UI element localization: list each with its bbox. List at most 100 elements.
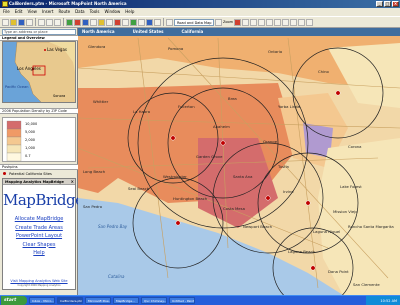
mappoint-app-icon [2, 1, 8, 7]
powerpoint-layout-link[interactable]: PowerPoint Layout [3, 232, 75, 241]
menu-tools[interactable]: Tools [90, 8, 100, 16]
fill-color-icon[interactable] [290, 18, 298, 26]
rectangle-tool-icon[interactable] [266, 18, 274, 26]
menu-edit[interactable]: Edit [15, 8, 23, 16]
more-tools-icon[interactable] [306, 18, 314, 26]
open-icon[interactable] [10, 18, 17, 26]
legend-graphic: 10,000 5,000 2,000 1,000 0.7 [6, 120, 37, 162]
circle-tool-icon[interactable] [258, 18, 266, 26]
pan-icon[interactable] [166, 18, 173, 26]
pushpin-icon[interactable] [310, 265, 316, 271]
legend-swatch [6, 144, 22, 154]
mapbridge-logo: MapBridge [3, 191, 84, 209]
textbox-tool-icon[interactable] [282, 18, 290, 26]
legend-value: 2,000 [25, 138, 35, 142]
breadcrumb-united-states[interactable]: United States [133, 28, 164, 36]
pushpin-icon[interactable] [220, 140, 226, 146]
location-sensor-icon[interactable] [138, 18, 145, 26]
pushpin-icon[interactable] [74, 18, 81, 26]
map-view[interactable]: North America United States California G… [78, 28, 400, 295]
menu-data[interactable]: Data [75, 8, 85, 16]
place-label: Santa Ana [233, 174, 253, 179]
menu-view[interactable]: View [27, 8, 37, 16]
clear-shapes-link[interactable]: Clear Shapes [3, 241, 75, 250]
breadcrumb-california[interactable]: California [181, 28, 203, 36]
maximize-icon[interactable]: □ [384, 1, 391, 7]
legend-swatch [6, 152, 22, 162]
taskbar-item[interactable]: Microsoft Pow... [85, 297, 111, 304]
zoom-in-icon[interactable] [146, 18, 153, 26]
legend-value: 10,000 [25, 122, 37, 126]
overview-label-los-angeles: Los Angeles [17, 66, 41, 71]
pushpin-tool-icon[interactable] [234, 18, 242, 26]
route-icon[interactable] [66, 18, 73, 26]
menu-bar: File Edit View Insert Route Data Tools W… [0, 8, 400, 16]
shape-icon[interactable] [114, 18, 121, 26]
legend-swatch [6, 136, 22, 146]
title-bar: CalBorders.ptm - Microsoft MapPoint Nort… [0, 0, 400, 8]
text-icon[interactable] [122, 18, 129, 26]
help-link[interactable]: Help [3, 249, 75, 258]
menu-insert[interactable]: Insert [42, 8, 53, 16]
line-color-icon[interactable] [298, 18, 306, 26]
territory-icon[interactable] [90, 18, 97, 26]
pushpin-item-label: Potential California Sites [9, 172, 52, 176]
start-button[interactable]: start [1, 296, 27, 305]
close-icon[interactable]: × [392, 1, 399, 7]
mapbridge-header: Mapping Analytics MapBridge × [3, 179, 75, 185]
legend-panel: Type an address or place Legend and Over… [0, 28, 84, 295]
water-label: San Pedro Bay [98, 224, 128, 229]
pushpin-icon[interactable] [175, 220, 181, 226]
taskbar-item[interactable]: MapBridge... [113, 297, 139, 304]
pushpin-icon[interactable] [170, 135, 176, 141]
print-icon[interactable] [26, 18, 33, 26]
highlight-icon[interactable] [98, 18, 105, 26]
close-icon[interactable]: × [71, 179, 74, 185]
cut-icon[interactable] [38, 18, 45, 26]
copy-icon[interactable] [46, 18, 53, 26]
place-label: Fullerton [178, 104, 195, 109]
save-icon[interactable] [18, 18, 25, 26]
map-style-select[interactable]: Road and Data Map [174, 18, 214, 26]
pushpin-icon[interactable] [265, 195, 271, 201]
minimize-icon[interactable]: _ [376, 1, 383, 7]
water-label: Catalina [108, 274, 125, 279]
breadcrumb-north-america[interactable]: North America [82, 28, 115, 36]
freeform-tool-icon[interactable] [250, 18, 258, 26]
paste-icon[interactable] [54, 18, 61, 26]
overview-map[interactable]: Las Vegas Los Angeles Pacific Ocean Sono… [2, 41, 76, 103]
menu-window[interactable]: Window [104, 8, 120, 16]
taskbar-item[interactable]: Qvc Chimney... [141, 297, 167, 304]
new-icon[interactable] [2, 18, 9, 26]
drawing-icon[interactable] [106, 18, 113, 26]
taskbar-item[interactable]: Inbox - Micro... [29, 297, 55, 304]
legend-heading: 2006 Population Density by ZIP Code [0, 108, 78, 114]
data-wizard-icon[interactable] [82, 18, 89, 26]
zoom-out-icon[interactable] [154, 18, 161, 26]
legend-icon[interactable] [130, 18, 137, 26]
map-canvas[interactable]: Glendora Pomona Ontario Whittier La Habr… [78, 28, 400, 295]
place-label: San Pedro [83, 204, 103, 209]
place-label: Rancho Santa Margarita [348, 224, 394, 229]
location-icon[interactable] [215, 18, 222, 26]
pushpin-icon[interactable] [305, 200, 311, 206]
mapbridge-links: Allocate MapBridge Create Trade Areas Po… [3, 215, 75, 258]
taskbar-item[interactable]: CalBorders.ptm [57, 297, 83, 304]
menu-help[interactable]: Help [125, 8, 134, 16]
menu-file[interactable]: File [3, 8, 10, 16]
line-tool-icon[interactable] [242, 18, 250, 26]
place-label: Orange [263, 139, 278, 144]
taskbar-item[interactable]: Untitled - Paint [169, 297, 195, 304]
allocate-mapbridge-link[interactable]: Allocate MapBridge [3, 215, 75, 224]
pushpin-legend-row: Potential California Sites [3, 171, 77, 177]
overview-label-sonora: Sonora [53, 94, 65, 98]
breadcrumb: North America United States California [78, 28, 400, 36]
pushpin-icon[interactable] [335, 90, 341, 96]
place-label: Anaheim [213, 124, 230, 129]
place-label: Brea [228, 96, 237, 101]
menu-route[interactable]: Route [58, 8, 70, 16]
place-label: Ontario [268, 49, 283, 54]
create-trade-areas-link[interactable]: Create Trade Areas [3, 224, 75, 233]
toolbar-separator [35, 18, 36, 26]
arrow-tool-icon[interactable] [274, 18, 282, 26]
